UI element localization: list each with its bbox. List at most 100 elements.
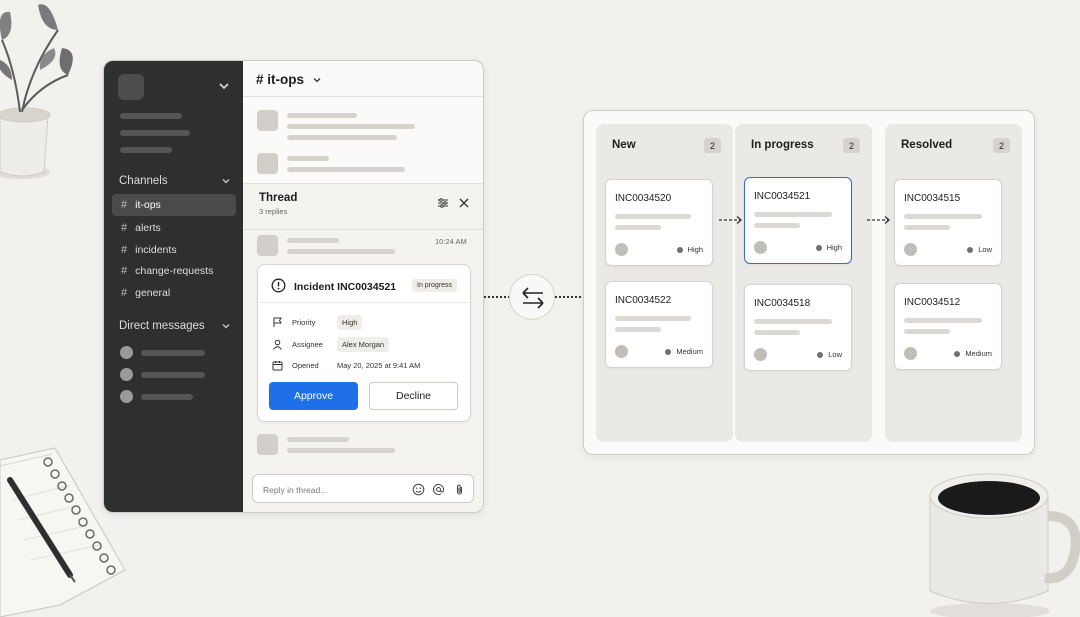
priority-dot-icon bbox=[954, 350, 961, 357]
placeholder-line bbox=[287, 437, 349, 442]
paperclip-icon[interactable] bbox=[453, 483, 466, 496]
incident-priority-row: Priority High bbox=[272, 315, 363, 330]
coffee-mug-decoration bbox=[929, 473, 1080, 617]
placeholder-line bbox=[754, 330, 800, 335]
priority-dot-icon bbox=[676, 246, 683, 253]
potted-plant-decoration bbox=[0, 4, 73, 179]
priority-chip: High bbox=[337, 315, 363, 330]
placeholder-line bbox=[615, 225, 661, 230]
placeholder-line bbox=[141, 349, 205, 356]
reply-input[interactable]: Reply in thread... bbox=[252, 474, 474, 503]
decline-button[interactable]: Decline bbox=[369, 382, 458, 410]
placeholder-line bbox=[287, 124, 415, 129]
placeholder-line bbox=[287, 448, 395, 453]
emoji-icon[interactable] bbox=[412, 483, 425, 496]
placeholder-line bbox=[904, 318, 982, 323]
priority-label: High bbox=[826, 243, 842, 252]
sidebar-item-alerts[interactable]: # alerts bbox=[112, 217, 236, 239]
priority-dot-icon bbox=[817, 351, 824, 358]
avatar bbox=[120, 368, 133, 381]
divider bbox=[258, 302, 470, 303]
ticket-id: INC0034515 bbox=[904, 193, 961, 204]
placeholder-line bbox=[141, 371, 205, 378]
avatar bbox=[120, 346, 133, 359]
channel-main: # it-ops Thread 3 replies 10:24 AM Incid… bbox=[243, 61, 483, 512]
channel-title[interactable]: # it-ops bbox=[256, 72, 322, 87]
kanban-column-new: New 2 INC0034520 High INC0034522 Medium bbox=[596, 124, 733, 442]
placeholder-line bbox=[287, 249, 395, 254]
avatar bbox=[754, 348, 767, 361]
chevron-down-icon[interactable] bbox=[218, 80, 230, 92]
placeholder-line bbox=[120, 113, 182, 119]
ticket-card-highlighted[interactable]: INC0034521 High bbox=[744, 177, 852, 264]
field-label: Assignee bbox=[292, 340, 323, 349]
channel-title-label: # it-ops bbox=[256, 72, 305, 87]
dm-header-label: Direct messages bbox=[119, 320, 205, 332]
avatar bbox=[257, 110, 278, 131]
workspace-logo[interactable] bbox=[118, 74, 144, 100]
channel-label: alerts bbox=[135, 222, 161, 234]
sidebar-item-general[interactable]: # general bbox=[112, 282, 236, 304]
dm-item[interactable] bbox=[120, 390, 193, 403]
field-label: Opened bbox=[292, 361, 319, 370]
avatar bbox=[904, 243, 917, 256]
divider bbox=[243, 96, 483, 97]
avatar bbox=[257, 153, 278, 174]
chevron-down-icon[interactable] bbox=[221, 176, 231, 186]
filter-sliders-icon[interactable] bbox=[437, 197, 449, 209]
close-icon[interactable] bbox=[458, 197, 470, 209]
incident-assignee-row: Assignee Alex Morgan bbox=[272, 337, 390, 352]
message-timestamp: 10:24 AM bbox=[435, 237, 467, 246]
priority-indicator: Medium bbox=[954, 349, 992, 358]
incident-opened-row: Opened May 20, 2025 at 9:41 AM bbox=[272, 360, 420, 371]
sync-button[interactable] bbox=[509, 274, 555, 320]
ticket-card[interactable]: INC0034515 Low bbox=[894, 179, 1002, 266]
avatar bbox=[615, 345, 628, 358]
placeholder-line bbox=[904, 214, 982, 219]
dashed-arrow-icon bbox=[867, 216, 890, 224]
alert-circle-icon bbox=[271, 278, 286, 293]
hash-icon: # bbox=[121, 244, 128, 256]
ticket-card[interactable]: INC0034512 Medium bbox=[894, 283, 1002, 370]
placeholder-line bbox=[141, 393, 193, 400]
sidebar: Channels # it-ops # alerts # incidents #… bbox=[104, 61, 243, 512]
placeholder-line bbox=[120, 130, 190, 136]
dm-item[interactable] bbox=[120, 346, 205, 359]
ticket-id: INC0034518 bbox=[754, 298, 811, 309]
priority-label: Low bbox=[978, 245, 992, 254]
approve-button[interactable]: Approve bbox=[269, 382, 358, 410]
avatar bbox=[120, 390, 133, 403]
column-count-badge: 2 bbox=[993, 138, 1010, 153]
avatar bbox=[257, 434, 278, 455]
ticket-card[interactable]: INC0034520 High bbox=[605, 179, 713, 266]
priority-label: High bbox=[687, 245, 703, 254]
divider bbox=[243, 229, 483, 230]
channel-label: incidents bbox=[135, 244, 177, 256]
channel-label: general bbox=[135, 287, 171, 299]
thread-reply-count[interactable]: 3 replies bbox=[259, 207, 287, 216]
placeholder-line bbox=[904, 329, 950, 334]
opened-value: May 20, 2025 at 9:41 AM bbox=[337, 361, 421, 370]
channels-header-label: Channels bbox=[119, 175, 168, 187]
avatar bbox=[754, 241, 767, 254]
placeholder-line bbox=[615, 316, 691, 321]
chevron-down-icon[interactable] bbox=[221, 321, 231, 331]
thread-title: Thread bbox=[259, 192, 298, 204]
chevron-down-icon[interactable] bbox=[312, 75, 322, 85]
sidebar-item-incidents[interactable]: # incidents bbox=[112, 239, 236, 261]
placeholder-line bbox=[287, 113, 357, 118]
placeholder-line bbox=[754, 223, 800, 228]
hash-icon: # bbox=[121, 265, 128, 277]
mention-icon[interactable] bbox=[432, 483, 445, 496]
ticket-card[interactable]: INC0034522 Medium bbox=[605, 281, 713, 368]
assignee-chip[interactable]: Alex Morgan bbox=[337, 337, 390, 352]
sidebar-item-change-requests[interactable]: # change-requests bbox=[112, 260, 236, 282]
sidebar-item-it-ops[interactable]: # it-ops bbox=[112, 194, 236, 216]
field-label: Priority bbox=[292, 318, 316, 327]
channels-section-header[interactable]: Channels bbox=[119, 175, 231, 187]
ticket-card[interactable]: INC0034518 Low bbox=[744, 284, 852, 371]
dm-section-header[interactable]: Direct messages bbox=[119, 320, 231, 332]
priority-label: Medium bbox=[676, 347, 703, 356]
dm-item[interactable] bbox=[120, 368, 205, 381]
priority-indicator: High bbox=[815, 243, 842, 252]
